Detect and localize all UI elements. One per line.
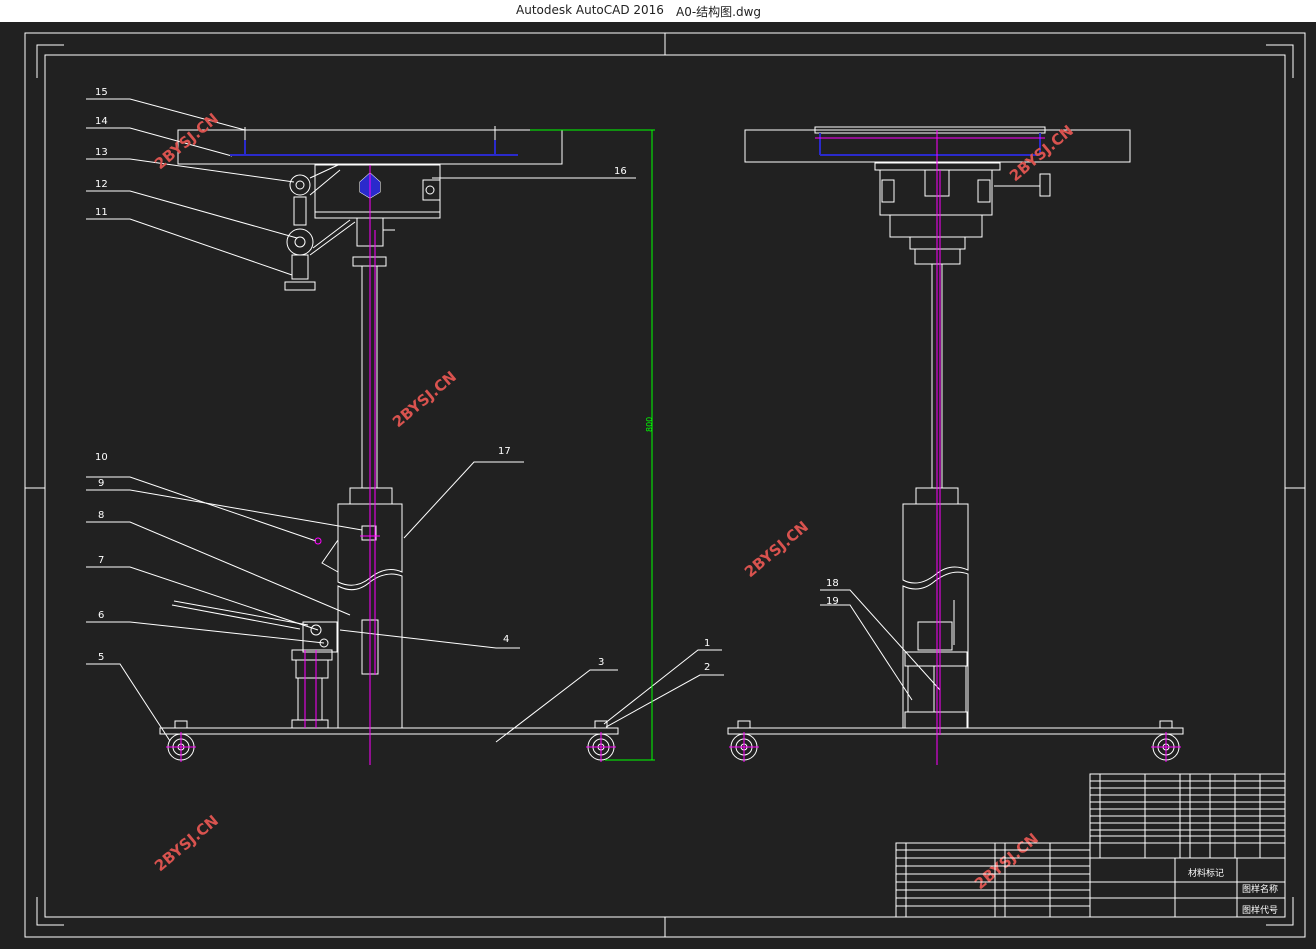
side-view [727,126,1184,761]
callout-5: 5 [98,652,104,663]
callout-17: 17 [498,446,511,457]
callout-10: 10 [95,452,108,463]
watermark-3: 2BYSJ.CN [389,367,460,431]
callout-4: 4 [503,634,509,645]
callout-18: 18 [826,578,839,589]
callout-19: 19 [826,596,839,607]
callout-16: 16 [614,166,627,177]
height-dimension [530,129,655,761]
callout-15: 15 [95,87,108,98]
title-bar: Autodesk AutoCAD 2016 A0-结构图.dwg [0,0,1316,23]
drawing-name: 图样名称 [1242,883,1278,895]
callout-13: 13 [95,147,108,158]
callout-9: 9 [98,478,104,489]
callout-2: 2 [704,662,710,673]
callout-12: 12 [95,179,108,190]
leader-lines [86,98,941,743]
callout-14: 14 [95,116,108,127]
callout-labels: 1 2 3 4 5 6 7 8 9 10 11 12 13 14 15 16 1… [95,87,839,673]
height-dimension-value: 800 [645,417,654,432]
callout-8: 8 [98,510,104,521]
front-view [159,126,619,761]
watermark-4: 2BYSJ.CN [741,517,812,581]
watermark-6: 2BYSJ.CN [971,829,1042,893]
watermark-5: 2BYSJ.CN [151,811,222,875]
watermarks: 2BYSJ.CN 2BYSJ.CN 2BYSJ.CN 2BYSJ.CN 2BYS… [151,109,1077,893]
material-mark: 材料标记 [1188,867,1224,879]
drawing-canvas[interactable]: 800 1 2 3 4 5 6 7 8 9 10 11 12 13 14 15 … [0,22,1316,945]
app-title: Autodesk AutoCAD 2016 [516,3,664,17]
callout-1: 1 [704,638,710,649]
title-block [895,773,1286,918]
callout-3: 3 [598,657,604,668]
file-name: A0-结构图.dwg [676,5,762,19]
outer-frame [24,32,1306,938]
title-block-text: 材料标记 图样名称 图样代号 [1188,867,1278,916]
callout-7: 7 [98,555,104,566]
watermark-2: 2BYSJ.CN [1006,121,1077,185]
drawing-svg[interactable]: 800 1 2 3 4 5 6 7 8 9 10 11 12 13 14 15 … [0,22,1316,945]
drawing-code: 图样代号 [1242,904,1278,916]
callout-6: 6 [98,610,104,621]
callout-11: 11 [95,207,108,218]
